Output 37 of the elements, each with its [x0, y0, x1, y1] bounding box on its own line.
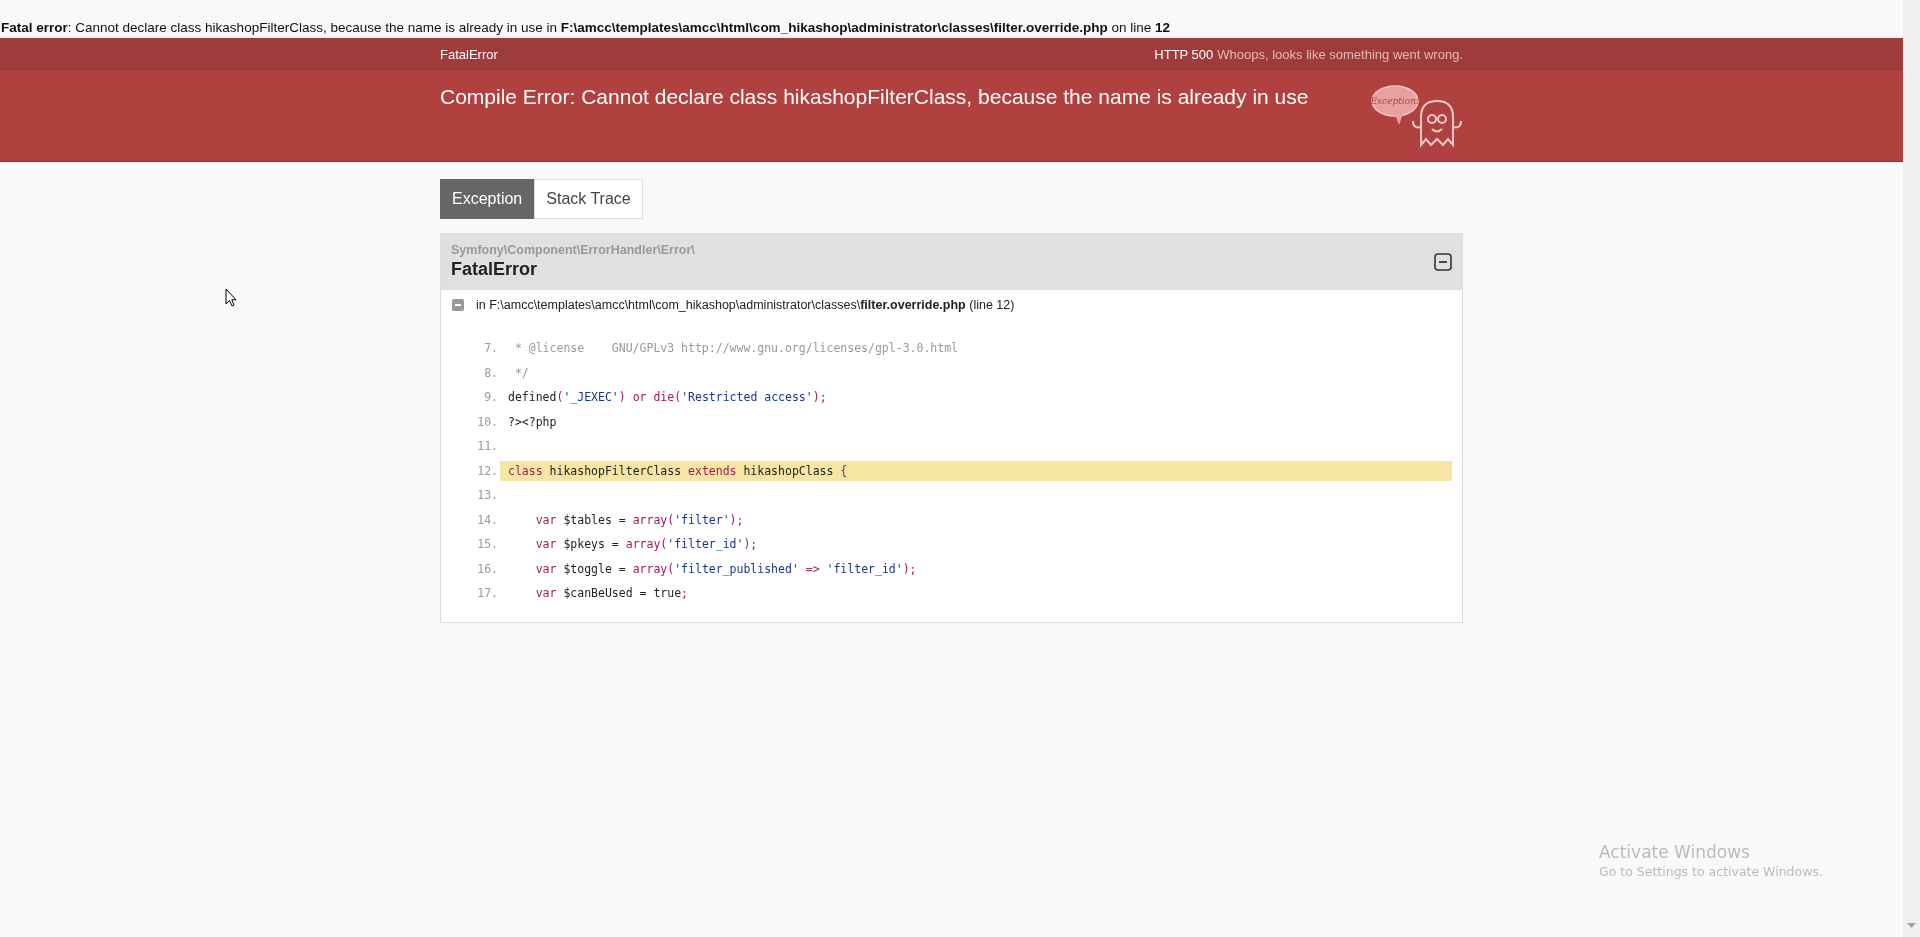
line-number: 11. — [476, 439, 498, 453]
error-title: Compile Error: Cannot declare class hikashopFilterClass, because the name is already in use — [440, 85, 1309, 109]
line-number: 17. — [476, 586, 498, 600]
scroll-down-icon[interactable] — [1907, 923, 1916, 929]
code-text: */ — [513, 365, 529, 380]
line-number: 7. — [483, 341, 498, 355]
php-error-message: Fatal error: Cannot declare class hikashopFilterClass, because the name is already in use in F:\amcc\templates\amcc\html\com_hikashop\administrator\classes\filter.override.php on line 12 — [0, 19, 1172, 37]
http-status: HTTP 500 — [1154, 47, 1214, 62]
ghost-mascot-drawing: Exception! — [1371, 81, 1463, 149]
code-text: class hikashopFilterClass extends hikashopClass { — [507, 463, 848, 478]
exception-class-label: FatalError — [440, 47, 498, 62]
line-number: 13. — [476, 488, 498, 502]
exception-namespace: Symfony\Component\ErrorHandler\Error\ — [451, 243, 695, 257]
line-number: 8. — [483, 365, 498, 380]
code-text: ?><?php — [507, 414, 557, 429]
code-text: var $toggle = array('filter_published' => 'filter_id'); — [534, 561, 917, 576]
status-message: Whoops, looks like something went wrong. — [1217, 47, 1463, 62]
mouse-pointer-icon — [225, 288, 237, 307]
code-text: defined('_JEXEC') or die('Restricted access'); — [507, 390, 827, 404]
line-number: 10. — [476, 414, 498, 429]
vertical-scrollbar[interactable] — [1903, 0, 1920, 937]
file-location: in F:\amcc\templates\amcc\html\com_hikashop\administrator\classes\filter.override.php (line 12) — [476, 298, 1015, 312]
tab[interactable]: Exception — [440, 179, 535, 219]
code-text: var $canBeUsed = true; — [534, 586, 689, 600]
exception-class: FatalError — [451, 259, 539, 280]
line-number: 16. — [476, 561, 498, 576]
code-text: var $pkeys = array('filter_id'); — [534, 537, 758, 551]
tab[interactable]: Stack Trace — [534, 179, 643, 219]
code-text: var $tables = array('filter'); — [534, 512, 744, 527]
code-text: * @license GNU/GPLv3 http://www.gnu.org/licenses/gpl-3.0.html — [513, 341, 959, 355]
line-number: 15. — [476, 537, 498, 551]
activation-notice-title: Activate Windows — [1599, 842, 1751, 862]
activation-notice-message: Go to Settings to activate Windows. — [1599, 864, 1823, 879]
line-number: 12. — [476, 463, 498, 478]
collapse-icon[interactable] — [1434, 253, 1452, 271]
line-number: 9. — [483, 390, 498, 404]
line-number: 14. — [476, 512, 498, 527]
